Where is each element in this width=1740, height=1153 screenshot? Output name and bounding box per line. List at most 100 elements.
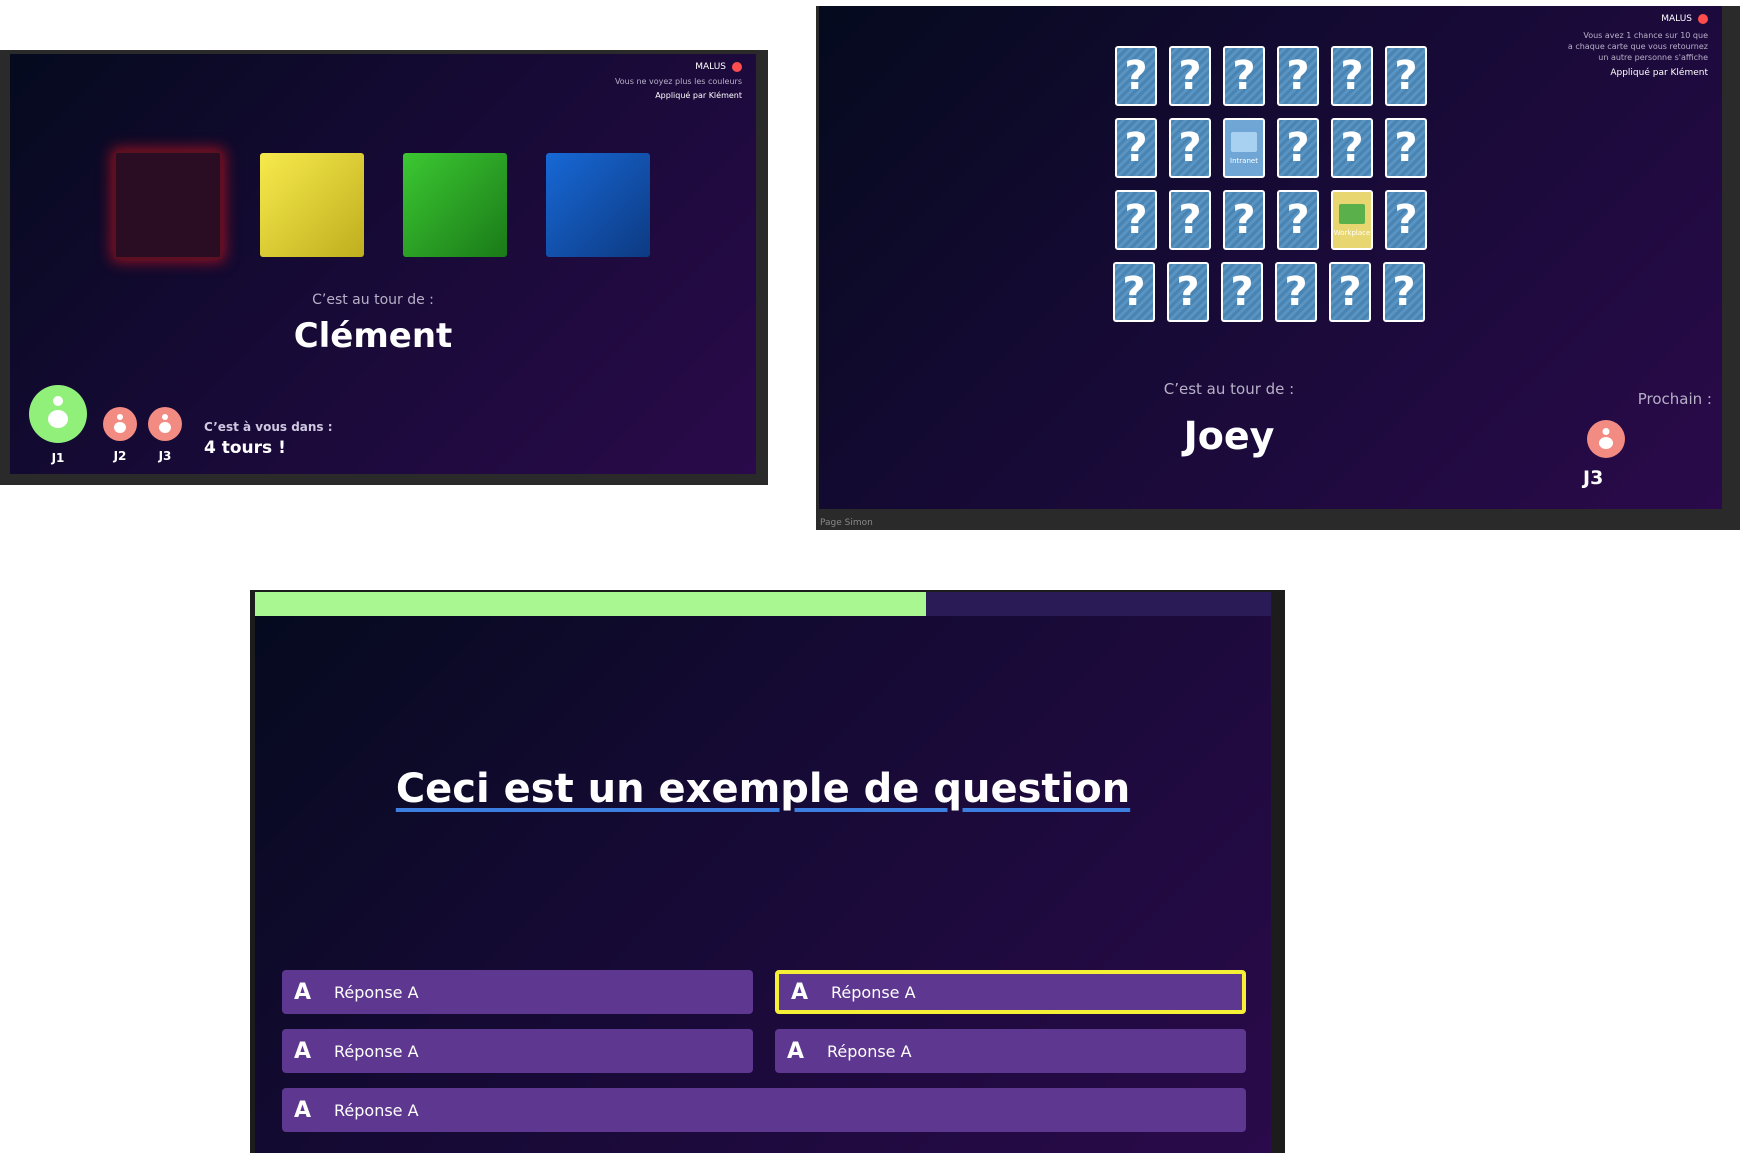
answer-letter: A [787, 1038, 805, 1064]
malus-title: MALUS [1661, 14, 1692, 24]
malus-applied-by: Appliqué par Klément [1610, 68, 1708, 78]
answer-letter: A [294, 1038, 312, 1064]
card-image-icon [1231, 131, 1257, 152]
memory-card-hidden[interactable]: ? [1169, 118, 1211, 178]
memory-card-hidden[interactable]: ? [1115, 118, 1157, 178]
question-text: Ceci est un exemple de question [395, 766, 1131, 812]
memory-card-hidden[interactable]: ? [1169, 190, 1211, 250]
memory-card-hidden[interactable]: ? [1385, 190, 1427, 250]
player-j2: J2 [103, 407, 137, 463]
answer-text: Réponse A [334, 1041, 419, 1061]
turns-left: 4 tours ! [204, 438, 286, 458]
answer-button[interactable]: A Réponse A [282, 1029, 753, 1073]
your-turn-label: C’est à vous dans : [204, 420, 333, 434]
simon-red-button[interactable] [114, 151, 222, 259]
answer-button[interactable]: A Réponse A [775, 970, 1246, 1014]
malus-indicator-icon [732, 62, 742, 72]
card-caption: Workplace [1333, 228, 1371, 237]
answer-button[interactable]: A Réponse A [282, 970, 753, 1014]
memory-card-hidden[interactable]: ? [1277, 190, 1319, 250]
question-mark-icon: ? [1394, 125, 1418, 171]
malus-description: Vous avez 1 chance sur 10 que a chaque c… [1567, 31, 1708, 62]
player-label: J3 [158, 449, 172, 463]
memory-card-hidden[interactable]: ? [1385, 46, 1427, 106]
memory-card-hidden[interactable]: ? [1383, 262, 1425, 322]
question-mark-icon: ? [1124, 197, 1148, 243]
question-mark-icon: ? [1230, 269, 1254, 315]
question-mark-icon: ? [1176, 269, 1200, 315]
answer-text: Réponse A [827, 1041, 912, 1061]
page-footer-label: Page Simon [820, 518, 873, 528]
question-mark-icon: ? [1340, 125, 1364, 171]
memory-card-hidden[interactable]: ? [1115, 190, 1157, 250]
memory-card-hidden[interactable]: ? [1169, 46, 1211, 106]
timer-progress-fill [255, 592, 926, 616]
memory-card-hidden[interactable]: ? [1223, 190, 1265, 250]
malus-notice: MALUS Vous avez 1 chance sur 10 que a ch… [1568, 14, 1708, 78]
memory-card-hidden[interactable]: ? [1223, 46, 1265, 106]
memory-card-hidden[interactable]: ? [1385, 118, 1427, 178]
question-mark-icon: ? [1178, 197, 1202, 243]
player-label: J1 [51, 451, 65, 465]
question-mark-icon: ? [1340, 53, 1364, 99]
player-avatar-icon [148, 407, 182, 441]
malus-indicator-icon [1698, 14, 1708, 24]
question-mark-icon: ? [1124, 125, 1148, 171]
turn-label: C’est au tour de : [312, 292, 434, 308]
next-player-label: J3 [1583, 467, 1604, 489]
simon-screen: MALUS Vous ne voyez plus les couleurs Ap… [10, 54, 756, 474]
question-mark-icon: ? [1178, 125, 1202, 171]
answer-letter: A [791, 979, 809, 1005]
question-mark-icon: ? [1232, 197, 1256, 243]
memory-card-hidden[interactable]: ? [1277, 118, 1319, 178]
question-mark-icon: ? [1286, 53, 1310, 99]
question-mark-icon: ? [1232, 53, 1256, 99]
question-mark-icon: ? [1394, 53, 1418, 99]
quiz-panel: Ceci est un exemple de question A Répons… [250, 590, 1285, 1153]
answer-button[interactable]: A Réponse A [282, 1088, 1246, 1132]
answer-text: Réponse A [334, 982, 419, 1002]
malus-applied-by: Appliqué par Klément [655, 91, 742, 100]
memory-card-hidden[interactable]: ? [1115, 46, 1157, 106]
question-mark-icon: ? [1286, 125, 1310, 171]
question-mark-icon: ? [1286, 197, 1310, 243]
simon-green-button[interactable] [403, 153, 507, 257]
question-mark-icon: ? [1178, 53, 1202, 99]
answer-button[interactable]: A Réponse A [775, 1029, 1246, 1073]
memory-card-revealed[interactable]: Workplace [1331, 190, 1373, 250]
question-mark-icon: ? [1338, 269, 1362, 315]
memory-card-hidden[interactable]: ? [1167, 262, 1209, 322]
turn-label: C’est au tour de : [1163, 380, 1295, 398]
player-avatar-icon [103, 407, 137, 441]
player-label: J2 [113, 449, 127, 463]
question-mark-icon: ? [1284, 269, 1308, 315]
answer-text: Réponse A [334, 1100, 419, 1120]
card-image-icon [1339, 203, 1365, 224]
question-mark-icon: ? [1394, 197, 1418, 243]
memory-card-hidden[interactable]: ? [1331, 46, 1373, 106]
current-player-name: Joey [1183, 414, 1275, 458]
simon-blue-button[interactable] [546, 153, 650, 257]
question-mark-icon: ? [1122, 269, 1146, 315]
player-j3: J3 [148, 407, 182, 463]
memory-game-panel: MALUS Vous avez 1 chance sur 10 que a ch… [816, 6, 1740, 530]
memory-card-hidden[interactable]: ? [1275, 262, 1317, 322]
question-mark-icon: ? [1124, 53, 1148, 99]
question-mark-icon: ? [1392, 269, 1416, 315]
quiz-screen: Ceci est un exemple de question A Répons… [255, 592, 1271, 1153]
memory-card-hidden[interactable]: ? [1221, 262, 1263, 322]
memory-screen: MALUS Vous avez 1 chance sur 10 que a ch… [819, 6, 1722, 509]
memory-card-hidden[interactable]: ? [1329, 262, 1371, 322]
answer-letter: A [294, 979, 312, 1005]
memory-card-hidden[interactable]: ? [1331, 118, 1373, 178]
card-caption: Intranet [1230, 156, 1258, 165]
simon-yellow-button[interactable] [260, 153, 364, 257]
memory-card-revealed[interactable]: Intranet [1223, 118, 1265, 178]
current-player-name: Clément [293, 316, 453, 356]
memory-card-hidden[interactable]: ? [1277, 46, 1319, 106]
simon-game-panel: MALUS Vous ne voyez plus les couleurs Ap… [0, 50, 768, 485]
memory-card-hidden[interactable]: ? [1113, 262, 1155, 322]
malus-title: MALUS [695, 62, 726, 72]
player-j1: J1 [29, 385, 87, 465]
timer-progress-bar [255, 592, 1271, 616]
